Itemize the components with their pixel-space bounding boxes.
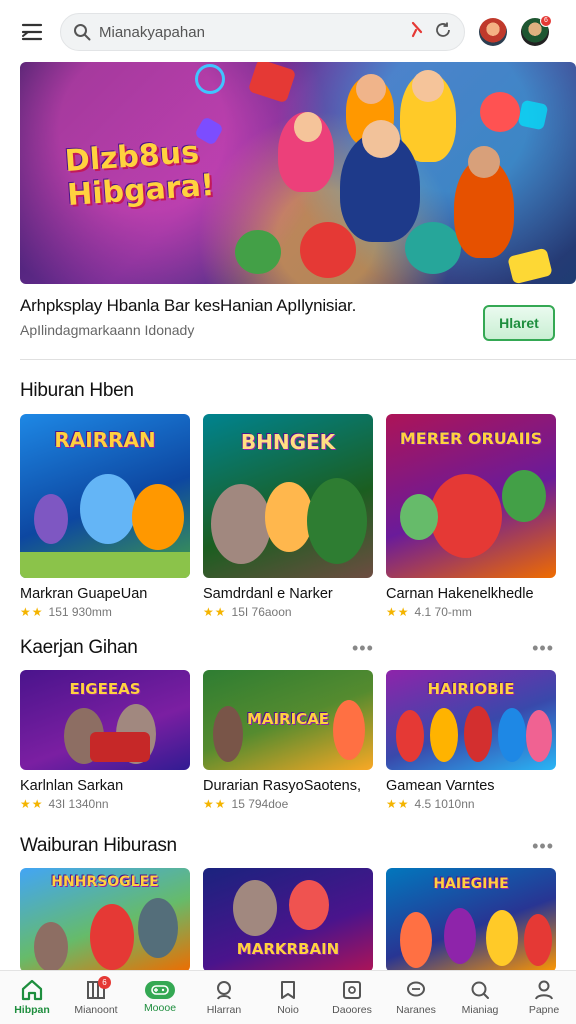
search-icon <box>73 23 91 41</box>
game-title: Gamean Varntes <box>386 778 495 794</box>
install-button[interactable]: Hlaret <box>483 305 555 341</box>
explore-icon <box>217 981 231 1000</box>
rating-stars-icon: ★★ <box>386 605 410 619</box>
section-title: Kaerjan Gihan <box>20 637 138 658</box>
game-thumbnail: MARKRBAIN <box>203 868 373 972</box>
top-bar: 6 <box>0 0 576 64</box>
app-subtitle: ApIlindagmarkaann Idonady <box>20 322 195 338</box>
game-meta: 15I 76aoon <box>231 605 292 619</box>
game-card[interactable]: EIGEEAS Karlnlan Sarkan ★★ 43I 1340nn <box>20 670 190 811</box>
bottom-navigation: Hibpan 6 Mianoont Moooe Hlarran Noio Dao… <box>0 970 576 1024</box>
game-card[interactable]: HNHRSOGLEE <box>20 868 190 972</box>
refresh-icon[interactable] <box>434 21 452 44</box>
game-card[interactable]: MERER ORUAIIS Carnan Hakenelkhedle ★★ 4.1… <box>386 414 556 619</box>
search-icon <box>471 981 489 999</box>
menu-icon <box>21 23 43 41</box>
nav-item-chat[interactable]: Naranes <box>384 971 448 1024</box>
nav-item-home[interactable]: Hibpan <box>0 971 64 1024</box>
more-options-icon[interactable]: ••• <box>532 638 554 659</box>
chat-icon <box>407 981 425 997</box>
nav-item-bookmark[interactable]: Noio <box>256 971 320 1024</box>
game-meta: 4.5 1010nn <box>414 797 475 811</box>
more-options-icon[interactable]: ••• <box>532 836 554 857</box>
notification-badge: 6 <box>540 15 552 27</box>
nav-item-puzzle[interactable]: Daoores <box>320 971 384 1024</box>
game-thumbnail: BHNGEK <box>203 414 373 578</box>
game-meta: 4.1 70-mm <box>414 605 472 619</box>
game-thumbnail: RAIRRAN <box>20 414 190 578</box>
rating-stars-icon: ★★ <box>203 797 227 811</box>
game-title: Durarian RasyoSaotens, <box>203 778 361 794</box>
bookmark-icon <box>281 981 295 999</box>
section-title: Hiburan Hben <box>20 380 134 401</box>
search-input[interactable] <box>99 23 410 41</box>
puzzle-icon <box>343 981 361 999</box>
game-card[interactable]: HAIEGIHE <box>386 868 556 972</box>
game-card[interactable]: RAIRRAN Markran GuapeUan ★★ 151 930mm <box>20 414 190 619</box>
nav-item-library[interactable]: 6 Mianoont <box>64 971 128 1024</box>
game-card[interactable]: MARKRBAIN <box>203 868 373 972</box>
menu-button[interactable] <box>14 14 50 50</box>
profile-icon <box>535 980 553 1000</box>
divider <box>20 359 576 360</box>
game-thumbnail: HAIEGIHE <box>386 868 556 972</box>
game-thumbnail: HAIRIOBIE <box>386 670 556 770</box>
app-info: Arhpksplay Hbanla Bar kesHanian ApIlynis… <box>20 296 560 356</box>
nav-item-search[interactable]: Mianiag <box>448 971 512 1024</box>
game-thumbnail: HNHRSOGLEE <box>20 868 190 972</box>
notification-badge: 6 <box>98 976 111 989</box>
nav-item-profile[interactable]: Papne <box>512 971 576 1024</box>
game-thumbnail: MAIRICAE <box>203 670 373 770</box>
search-bar[interactable] <box>60 13 465 51</box>
game-meta: 15 794doe <box>231 797 289 811</box>
more-options-icon[interactable]: ••• <box>352 638 374 659</box>
game-thumbnail: MERER ORUAIIS <box>386 414 556 578</box>
rating-stars-icon: ★★ <box>203 605 227 619</box>
app-title: Arhpksplay Hbanla Bar kesHanian ApIlynis… <box>20 296 357 315</box>
game-card[interactable]: BHNGEK Samdrdanl e Narker ★★ 15I 76aoon <box>203 414 373 619</box>
game-meta: 151 930mm <box>48 605 112 619</box>
game-card[interactable]: MAIRICAE Durarian RasyoSaotens, ★★ 15 794… <box>203 670 373 811</box>
mic-icon[interactable] <box>410 21 424 44</box>
game-thumbnail: EIGEEAS <box>20 670 190 770</box>
game-title: Carnan Hakenelkhedle <box>386 586 534 602</box>
rating-stars-icon: ★★ <box>20 797 44 811</box>
profile-avatar[interactable]: 6 <box>521 15 552 46</box>
home-icon <box>21 979 43 1001</box>
game-title: Markran GuapeUan <box>20 586 148 602</box>
hero-banner[interactable]: Dlzb8us Hibgara! <box>20 62 576 284</box>
game-title: Samdrdanl e Narker <box>203 586 333 602</box>
rating-stars-icon: ★★ <box>20 605 44 619</box>
section-title: Waiburan Hiburasn <box>20 835 177 856</box>
game-meta: 43I 1340nn <box>48 797 109 811</box>
nav-item-play[interactable]: Moooe <box>128 971 192 1024</box>
avatar[interactable] <box>479 18 507 46</box>
rating-stars-icon: ★★ <box>386 797 410 811</box>
game-card[interactable]: HAIRIOBIE Gamean Varntes ★★ 4.5 1010nn <box>386 670 556 811</box>
game-title: Karlnlan Sarkan <box>20 778 124 794</box>
controller-icon <box>145 981 175 999</box>
hero-title: Dlzb8us Hibgara! <box>63 134 216 214</box>
nav-item-explore[interactable]: Hlarran <box>192 971 256 1024</box>
